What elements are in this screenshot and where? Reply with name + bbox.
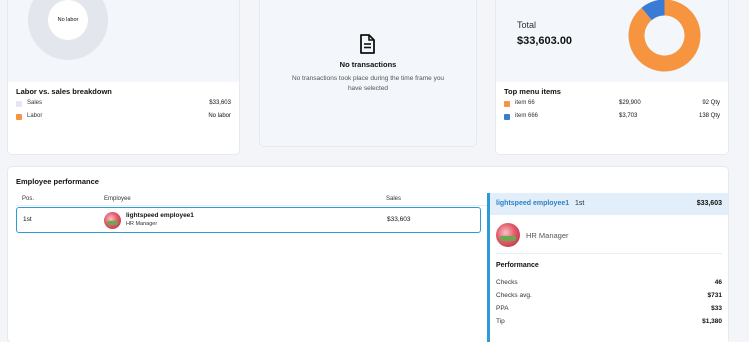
table-row[interactable]: 1st lightspeed employee1 HR Manager $33,… bbox=[16, 207, 481, 233]
metric-value: 46 bbox=[714, 279, 722, 286]
menu-item-qty: 92 Qty bbox=[702, 100, 720, 106]
menu-item-value: $29,900 bbox=[619, 100, 641, 106]
metric-row: Tip $1,380 bbox=[496, 318, 722, 328]
labor-swatch bbox=[16, 114, 22, 120]
row-sales: $33,603 bbox=[387, 216, 411, 223]
row-employee-name: lightspeed employee1 bbox=[126, 212, 194, 219]
labor-legend-labor: Labor No labor bbox=[16, 112, 231, 122]
column-header-sales: Sales bbox=[386, 196, 402, 202]
labor-donut: No labor bbox=[28, 0, 108, 60]
menu-item-label: item 666 bbox=[515, 113, 539, 119]
row-employee-role: HR Manager bbox=[126, 221, 158, 227]
labor-legend-sales: Sales $33,603 bbox=[16, 99, 231, 109]
total-value: $33,603.00 bbox=[517, 35, 573, 47]
detail-avatar bbox=[496, 223, 520, 247]
metric-value: $731 bbox=[707, 292, 722, 299]
labor-chart-area: No labor bbox=[8, 0, 239, 82]
column-header-pos: Pos. bbox=[22, 196, 35, 202]
table-header: Pos. Employee Sales bbox=[16, 194, 488, 206]
detail-header: lightspeed employee1 1st $33,603 bbox=[490, 193, 728, 215]
menu-item-label: item 66 bbox=[515, 100, 535, 106]
detail-rank: 1st bbox=[575, 200, 585, 207]
metric-value: $33 bbox=[711, 305, 722, 312]
item-66-swatch bbox=[504, 101, 510, 107]
legend-label: Sales bbox=[27, 100, 43, 106]
detail-divider bbox=[496, 253, 722, 254]
row-pos: 1st bbox=[23, 216, 32, 223]
menu-item-qty: 138 Qty bbox=[698, 113, 720, 119]
item-666-swatch bbox=[504, 114, 510, 120]
legend-value: $33,603 bbox=[209, 100, 231, 106]
legend-label: Labor bbox=[27, 113, 43, 119]
menu-card: Total $33,603.00 Top menu items item 66 … bbox=[496, 0, 728, 154]
metric-label: PPA bbox=[496, 305, 509, 312]
detail-sales: $33,603 bbox=[696, 200, 722, 207]
document-icon bbox=[358, 34, 376, 54]
metric-label: Tip bbox=[496, 318, 505, 325]
metric-row: Checks 46 bbox=[496, 279, 722, 289]
performance-section-title: Performance bbox=[496, 262, 539, 269]
no-transactions-message: No transactions took place during the ti… bbox=[291, 75, 445, 92]
metric-value: $1,380 bbox=[702, 318, 722, 325]
metric-row: PPA $33 bbox=[496, 305, 722, 315]
sales-swatch bbox=[16, 101, 22, 107]
menu-item-row: item 666 $3,703 138 Qty bbox=[504, 112, 720, 122]
metric-row: Checks avg. $731 bbox=[496, 292, 722, 302]
detail-role: HR Manager bbox=[526, 231, 569, 240]
menu-chart-area: Total $33,603.00 bbox=[496, 0, 728, 82]
metric-label: Checks bbox=[496, 279, 518, 286]
menu-item-value: $3,703 bbox=[619, 113, 638, 119]
menu-donut-svg bbox=[628, 0, 701, 72]
detail-employee-name: lightspeed employee1 bbox=[496, 200, 570, 207]
labor-donut-label: No labor bbox=[57, 17, 79, 23]
menu-title: Top menu items bbox=[504, 87, 561, 96]
total-label: Total bbox=[517, 20, 537, 30]
employee-performance-card: Employee performance Pos. Employee Sales… bbox=[8, 167, 728, 342]
menu-donut bbox=[628, 0, 701, 72]
metric-label: Checks avg. bbox=[496, 292, 532, 299]
employee-performance-title: Employee performance bbox=[16, 177, 99, 186]
employee-detail-panel: lightspeed employee1 1st $33,603 HR Mana… bbox=[487, 193, 728, 342]
menu-item-row: item 66 $29,900 92 Qty bbox=[504, 99, 720, 109]
no-transactions-title: No transactions bbox=[339, 60, 397, 69]
avatar bbox=[104, 212, 121, 229]
labor-card: No labor Labor vs. sales breakdown Sales… bbox=[8, 0, 239, 154]
column-header-employee: Employee bbox=[104, 196, 131, 202]
transactions-card: No transactions No transactions took pla… bbox=[260, 0, 476, 146]
legend-value: No labor bbox=[208, 113, 231, 119]
labor-title: Labor vs. sales breakdown bbox=[16, 87, 112, 96]
